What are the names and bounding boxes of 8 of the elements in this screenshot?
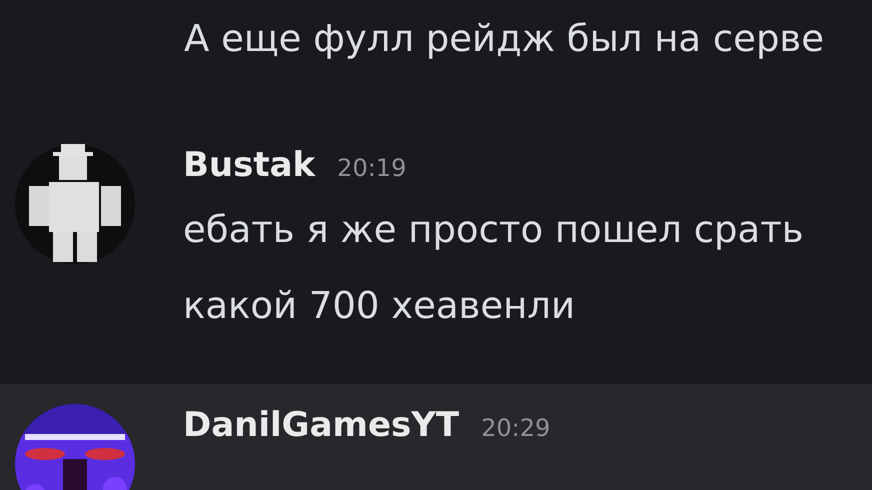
timestamp: 20:19 — [337, 153, 406, 184]
username[interactable]: Bustak — [183, 140, 316, 191]
message-text: А еще фулл рейдж был на серве — [184, 16, 826, 62]
message-text: ебать я же просто пошел срать — [183, 207, 804, 253]
avatar-icon[interactable] — [15, 144, 135, 264]
message-text: какой 700 хеавенли — [183, 283, 576, 329]
username[interactable]: DanilGamesYT — [183, 400, 460, 451]
timestamp: 20:29 — [481, 413, 550, 444]
